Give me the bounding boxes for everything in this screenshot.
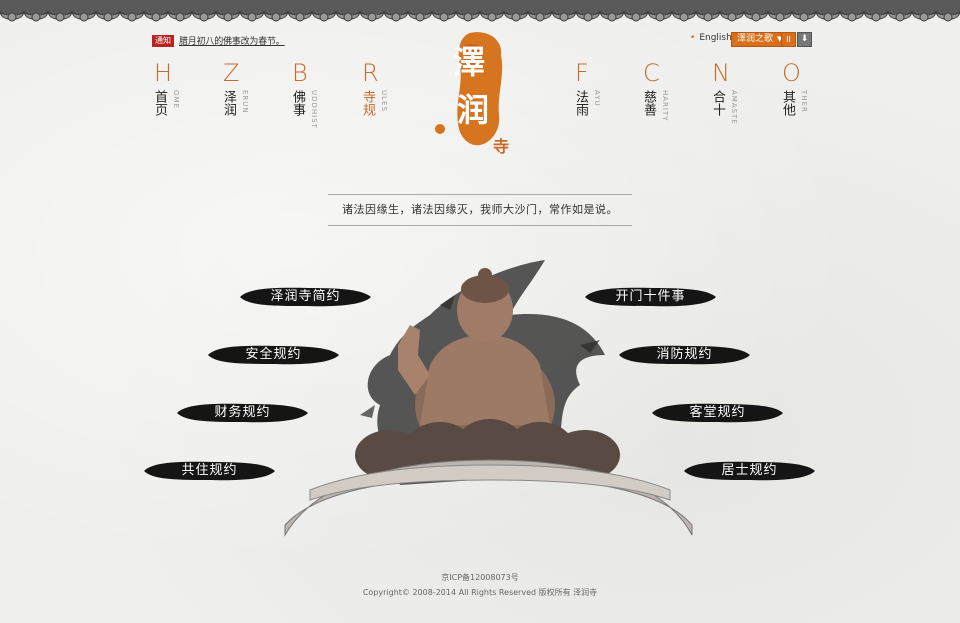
nav-sublabel: ERUN — [241, 90, 249, 114]
pause-button[interactable]: II — [781, 32, 796, 47]
nav-sublabel: OME — [172, 90, 180, 109]
nav-item-fayu[interactable]: F 法雨 AYU — [573, 59, 615, 130]
music-select[interactable]: 澤润之歌 ▼ — [731, 32, 789, 47]
english-link[interactable]: English — [690, 33, 732, 43]
nav-sublabel: AYU — [593, 90, 601, 107]
nav-label: 寺规 — [360, 90, 375, 116]
rule-button-label: 共住规约 — [181, 463, 238, 478]
rule-button-temple-brief[interactable]: 泽润寺简约 — [238, 285, 373, 309]
nav-letter: H — [154, 59, 173, 87]
nav-label: 首页 — [152, 90, 167, 116]
nav-label: 佛事 — [290, 90, 305, 116]
logo-char-1: 澤 — [453, 43, 486, 81]
nav-label: 泽润 — [221, 90, 236, 116]
nav-letter: N — [712, 59, 730, 87]
nav-sublabel: THER — [800, 90, 808, 113]
rule-button-label: 消防规约 — [656, 347, 713, 362]
rule-button-label: 客堂规约 — [689, 405, 746, 420]
notice-badge: 通知 — [152, 34, 174, 47]
rule-button-guest-hall[interactable]: 客堂规约 — [650, 401, 785, 425]
rule-button-label: 安全规约 — [245, 347, 302, 362]
download-icon[interactable]: ⬇ — [797, 32, 812, 47]
nav-label: 合十 — [710, 90, 725, 116]
notice-link[interactable]: 腊月初八的佛事改为春节。 — [179, 34, 285, 47]
nav-label: 其他 — [780, 90, 795, 116]
rule-button-label: 财务规约 — [214, 405, 271, 420]
rule-button-cohabitation[interactable]: 共住规约 — [142, 459, 277, 483]
nav-item-zerun[interactable]: Z 泽润 ERUN — [221, 59, 263, 130]
logo-char-2: 润 — [457, 91, 490, 129]
rule-button-label: 泽润寺简约 — [270, 289, 341, 304]
nav-sublabel: ULES — [380, 90, 388, 112]
rule-button-opening[interactable]: 开门十件事 — [583, 285, 718, 309]
rule-button-label: 居士规约 — [721, 463, 778, 478]
roof-tiles-banner — [0, 0, 960, 26]
rule-button-finance[interactable]: 财务规约 — [175, 401, 310, 425]
nav-item-other[interactable]: O 其他 THER — [780, 59, 822, 130]
nav-sublabel: UDDHIST — [310, 90, 318, 129]
nav-item-charity[interactable]: C 慈善 HARITY — [641, 59, 683, 130]
nav-item-buddhist[interactable]: B 佛事 UDDHIST — [290, 59, 332, 130]
nav-label: 慈善 — [641, 90, 656, 116]
motto-text: 诸法因缘生，诸法因缘灭，我师大沙门，常作如是说。 — [328, 194, 632, 226]
footer-icp: 京ICP备12008073号 — [441, 573, 519, 582]
notice-bar: 通知 腊月初八的佛事改为春节。 — [152, 34, 285, 47]
nav-sublabel: HARITY — [661, 90, 669, 122]
nav-letter: Z — [223, 59, 240, 87]
footer-copyright: Copyright© 2008-2014 All Rights Reserved… — [362, 588, 598, 597]
nav-item-rules[interactable]: R 寺规 ULES — [360, 59, 402, 130]
rule-button-fire[interactable]: 消防规约 — [617, 343, 752, 367]
nav-letter: C — [643, 59, 660, 87]
logo-char-3: 寺 — [493, 137, 510, 156]
rule-button-safety[interactable]: 安全规约 — [206, 343, 341, 367]
temple-logo[interactable]: 澤 润 寺 — [425, 25, 525, 165]
nav-item-home[interactable]: H 首页 OME — [152, 59, 194, 130]
nav-item-namaste[interactable]: N 合十 AMASTE — [710, 59, 752, 130]
nav-letter: O — [782, 59, 801, 87]
music-select-label: 澤润之歌 — [737, 34, 774, 44]
nav-letter: B — [292, 59, 308, 87]
rule-button-label: 开门十件事 — [615, 289, 686, 304]
nav-letter: R — [362, 59, 379, 87]
nav-sublabel: AMASTE — [730, 90, 738, 125]
rule-button-laity[interactable]: 居士规约 — [682, 459, 817, 483]
nav-label: 法雨 — [573, 90, 588, 116]
nav-letter: F — [575, 59, 589, 87]
